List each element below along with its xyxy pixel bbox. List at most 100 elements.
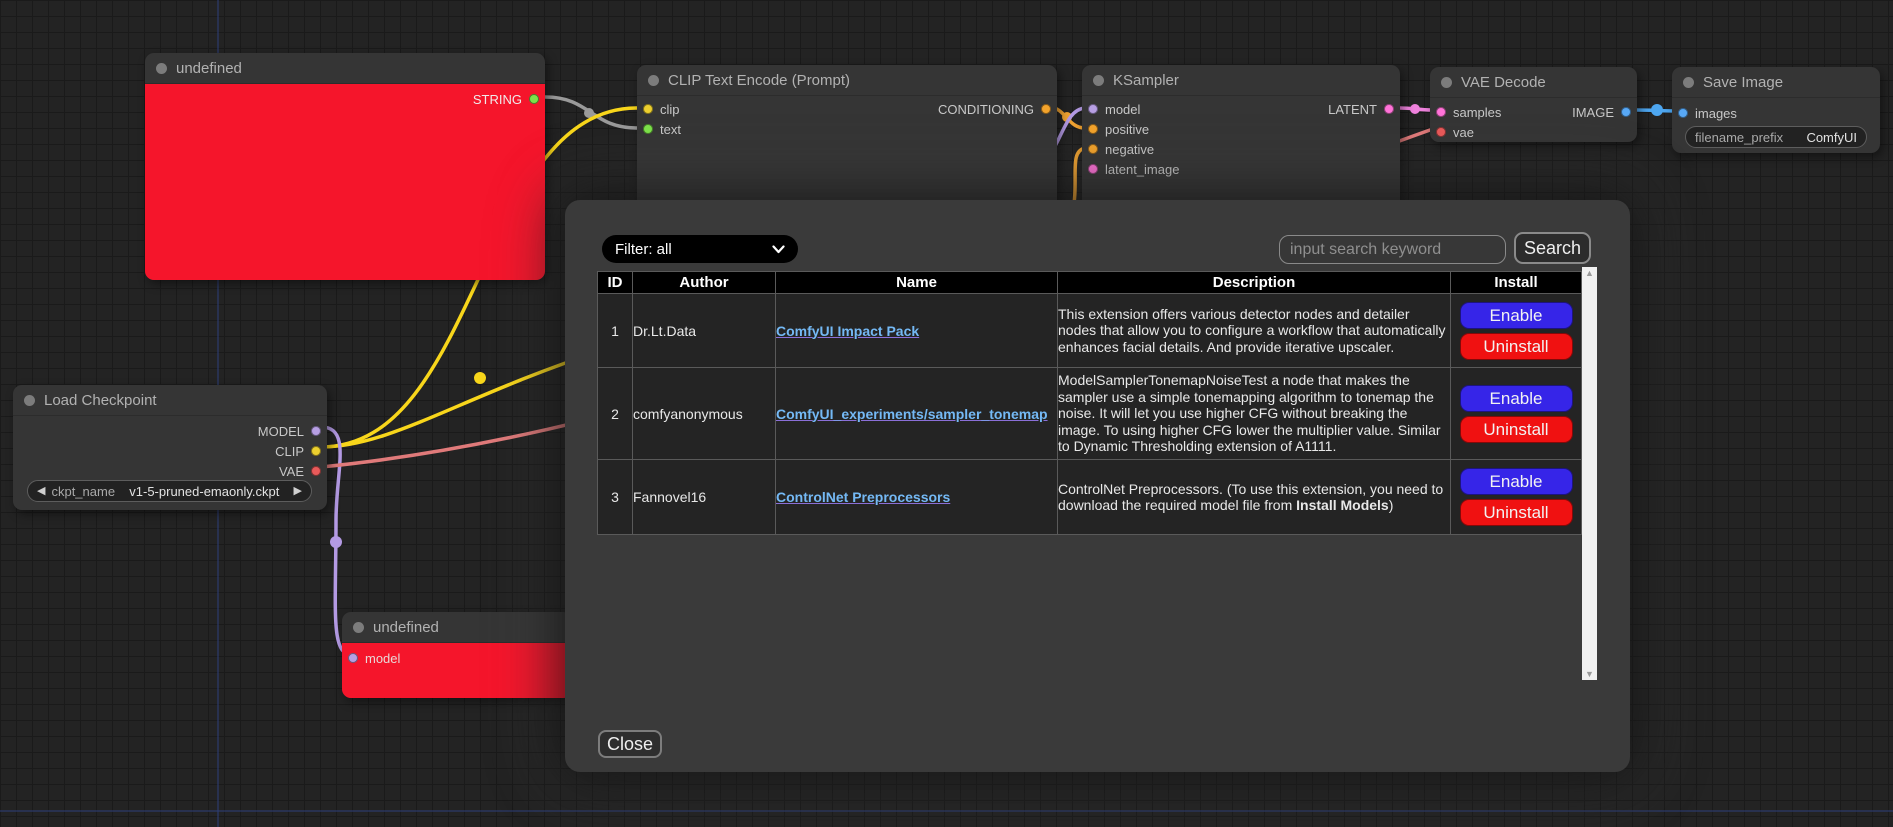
node-title: Load Checkpoint xyxy=(44,392,157,409)
text-port-icon[interactable] xyxy=(643,124,653,134)
vae-port-icon[interactable] xyxy=(1436,127,1446,137)
node-undefined-top[interactable]: undefined STRING xyxy=(145,53,545,280)
link-image-dot xyxy=(1651,104,1663,116)
node-title-bar[interactable]: undefined xyxy=(342,612,572,643)
node-title-bar[interactable]: KSampler xyxy=(1082,65,1400,96)
vae-port-icon[interactable] xyxy=(311,466,321,476)
column-header-description: Description xyxy=(1058,272,1451,294)
clip-port-icon[interactable] xyxy=(643,104,653,114)
node-save-image[interactable]: Save Image images filename_prefix ComfyU… xyxy=(1672,67,1880,153)
conditioning-port-icon[interactable] xyxy=(1088,144,1098,154)
node-undefined-bottom[interactable]: undefined model xyxy=(342,612,572,698)
cell-description: ControlNet Preprocessors. (To use this e… xyxy=(1058,460,1451,535)
extension-link[interactable]: ComfyUI Impact Pack xyxy=(776,323,919,339)
clip-port-icon[interactable] xyxy=(311,446,321,456)
input-positive[interactable]: positive xyxy=(1088,122,1149,136)
output-image[interactable]: IMAGE xyxy=(1572,105,1631,119)
node-title: undefined xyxy=(176,60,242,77)
port-label: CLIP xyxy=(275,444,304,459)
input-clip[interactable]: clip xyxy=(643,102,680,116)
input-text[interactable]: text xyxy=(643,122,681,136)
node-load-checkpoint[interactable]: Load Checkpoint MODEL CLIP VAE ◀ ckpt_na… xyxy=(13,385,327,510)
latent-port-icon[interactable] xyxy=(1436,107,1446,117)
cell-author: Fannovel16 xyxy=(633,460,776,535)
filter-selected-value: Filter: all xyxy=(615,241,672,258)
link-model-dot xyxy=(330,536,342,548)
node-title-bar[interactable]: CLIP Text Encode (Prompt) xyxy=(637,65,1057,96)
node-clip-text-encode[interactable]: CLIP Text Encode (Prompt) clip text COND… xyxy=(637,65,1057,215)
search-button[interactable]: Search xyxy=(1514,232,1591,264)
output-conditioning[interactable]: CONDITIONING xyxy=(938,102,1051,116)
link-latent-dot xyxy=(1410,104,1420,114)
enable-button[interactable]: Enable xyxy=(1460,302,1573,329)
input-model[interactable]: model xyxy=(1088,102,1140,116)
input-images[interactable]: images xyxy=(1678,106,1737,120)
node-title: undefined xyxy=(373,619,439,636)
extension-link[interactable]: ComfyUI_experiments/sampler_tonemap xyxy=(776,406,1048,422)
port-label: vae xyxy=(1453,125,1474,140)
cell-install: Enable Uninstall xyxy=(1451,294,1582,368)
string-port-icon[interactable] xyxy=(529,94,539,104)
extension-manager-dialog: Filter: all Search ID Author Name Descri… xyxy=(565,200,1630,772)
ckpt-name-widget[interactable]: ◀ ckpt_name v1-5-pruned-emaonly.ckpt ▶ xyxy=(27,480,312,502)
output-vae[interactable]: VAE xyxy=(279,464,321,478)
scroll-up-icon[interactable]: ▲ xyxy=(1585,267,1594,279)
search-input[interactable] xyxy=(1279,235,1506,264)
collapse-dot-icon[interactable] xyxy=(1093,75,1104,86)
link-clip-2-dot xyxy=(474,372,486,384)
cell-description: This extension offers various detector n… xyxy=(1058,294,1451,368)
filter-select[interactable]: Filter: all xyxy=(602,235,798,263)
model-port-icon[interactable] xyxy=(311,426,321,436)
node-vae-decode[interactable]: VAE Decode samples vae IMAGE xyxy=(1430,67,1637,142)
collapse-dot-icon[interactable] xyxy=(1441,77,1452,88)
scroll-down-icon[interactable]: ▼ xyxy=(1585,668,1594,680)
node-title-bar[interactable]: undefined xyxy=(145,53,545,84)
prev-arrow-icon[interactable]: ◀ xyxy=(37,486,45,497)
enable-button[interactable]: Enable xyxy=(1460,385,1573,412)
close-button[interactable]: Close xyxy=(598,730,662,758)
output-model[interactable]: MODEL xyxy=(258,424,321,438)
port-label: clip xyxy=(660,102,680,117)
conditioning-port-icon[interactable] xyxy=(1088,124,1098,134)
input-latent-image[interactable]: latent_image xyxy=(1088,162,1179,176)
output-clip[interactable]: CLIP xyxy=(275,444,321,458)
conditioning-port-icon[interactable] xyxy=(1041,104,1051,114)
table-scrollbar[interactable]: ▲ ▼ xyxy=(1582,267,1597,680)
next-arrow-icon[interactable]: ▶ xyxy=(294,486,302,497)
node-ksampler[interactable]: KSampler model positive negative latent_… xyxy=(1082,65,1400,212)
collapse-dot-icon[interactable] xyxy=(156,63,167,74)
model-port-icon[interactable] xyxy=(1088,104,1098,114)
node-title: VAE Decode xyxy=(1461,74,1546,91)
input-samples[interactable]: samples xyxy=(1436,105,1501,119)
output-string[interactable]: STRING xyxy=(473,92,539,106)
input-model[interactable]: model xyxy=(348,651,400,665)
output-latent[interactable]: LATENT xyxy=(1328,102,1394,116)
image-port-icon[interactable] xyxy=(1678,108,1688,118)
latent-port-icon[interactable] xyxy=(1088,164,1098,174)
collapse-dot-icon[interactable] xyxy=(353,622,364,633)
extension-link[interactable]: ControlNet Preprocessors xyxy=(776,489,950,505)
uninstall-button[interactable]: Uninstall xyxy=(1460,416,1573,443)
cell-description: ModelSamplerTonemapNoiseTest a node that… xyxy=(1058,368,1451,460)
widget-value: ComfyUI xyxy=(1806,130,1857,145)
uninstall-button[interactable]: Uninstall xyxy=(1460,333,1573,360)
table-row: 3 Fannovel16 ControlNet Preprocessors Co… xyxy=(598,460,1582,535)
model-port-icon[interactable] xyxy=(348,653,358,663)
node-title-bar[interactable]: Load Checkpoint xyxy=(13,385,327,416)
port-label: MODEL xyxy=(258,424,304,439)
input-vae[interactable]: vae xyxy=(1436,125,1474,139)
collapse-dot-icon[interactable] xyxy=(1683,77,1694,88)
collapse-dot-icon[interactable] xyxy=(24,395,35,406)
port-label: images xyxy=(1695,106,1737,121)
port-label: IMAGE xyxy=(1572,105,1614,120)
enable-button[interactable]: Enable xyxy=(1460,468,1573,495)
node-title-bar[interactable]: VAE Decode xyxy=(1430,67,1637,98)
latent-port-icon[interactable] xyxy=(1384,104,1394,114)
image-port-icon[interactable] xyxy=(1621,107,1631,117)
uninstall-button[interactable]: Uninstall xyxy=(1460,499,1573,526)
node-title-bar[interactable]: Save Image xyxy=(1672,67,1880,98)
input-negative[interactable]: negative xyxy=(1088,142,1154,156)
cell-install: Enable Uninstall xyxy=(1451,460,1582,535)
filename-prefix-widget[interactable]: filename_prefix ComfyUI xyxy=(1685,126,1867,148)
collapse-dot-icon[interactable] xyxy=(648,75,659,86)
